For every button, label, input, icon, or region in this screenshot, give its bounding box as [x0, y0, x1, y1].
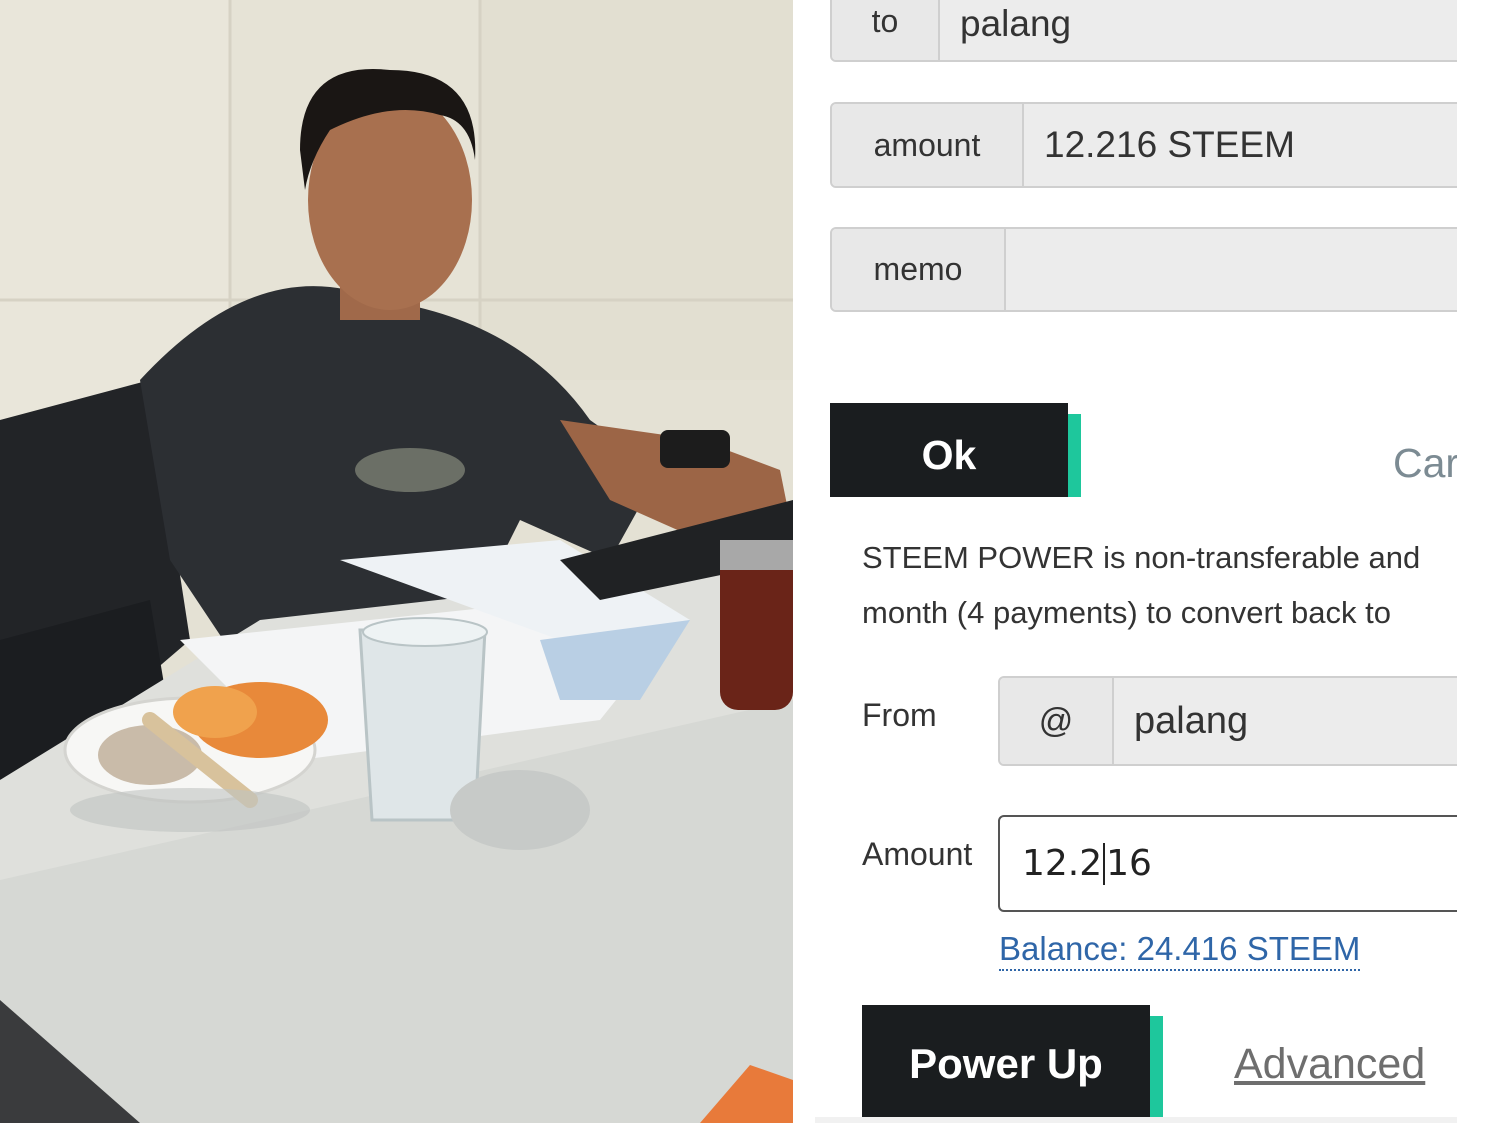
amount-text-before-caret: 12.2	[1022, 843, 1103, 884]
right-margin	[1457, 0, 1498, 1123]
description-line-2: month (4 payments) to convert back to	[862, 595, 1391, 630]
to-field-group: to palang	[830, 0, 1498, 62]
from-input[interactable]: palang	[1114, 678, 1498, 764]
power-up-amount-input[interactable]: 12.2 16	[998, 815, 1498, 912]
bottom-divider	[815, 1117, 1475, 1123]
power-up-button[interactable]: Power Up	[862, 1005, 1150, 1123]
amount-input[interactable]: 12.216 STEEM	[1024, 104, 1498, 186]
amount-label: amount	[832, 104, 1024, 186]
advanced-link[interactable]: Advanced	[1234, 1040, 1425, 1089]
photo	[0, 0, 793, 1123]
memo-label: memo	[832, 229, 1006, 310]
amount-field-group: amount 12.216 STEEM	[830, 102, 1498, 188]
cancel-button[interactable]: Car	[1393, 440, 1459, 487]
ok-button[interactable]: Ok	[830, 403, 1068, 497]
balance-link[interactable]: Balance: 24.416 STEEM	[999, 930, 1361, 971]
wallet-panel: to palang amount 12.216 STEEM memo Ok Ca…	[793, 0, 1498, 1123]
power-up-description: STEEM POWER is non-transferable and mont…	[862, 530, 1498, 640]
amount-text-after-caret: 16	[1106, 843, 1152, 884]
memo-field-group: memo	[830, 227, 1498, 312]
from-label: From	[862, 697, 937, 733]
from-field-group: @ palang	[998, 676, 1498, 766]
to-label: to	[832, 0, 940, 60]
at-prefix: @	[1000, 678, 1114, 764]
description-line-1: STEEM POWER is non-transferable and	[862, 540, 1421, 575]
photo-illustration	[0, 0, 793, 1123]
text-caret	[1103, 842, 1106, 885]
memo-input[interactable]	[1006, 229, 1498, 310]
power-up-amount-label: Amount	[862, 836, 973, 872]
to-input[interactable]: palang	[940, 0, 1498, 60]
